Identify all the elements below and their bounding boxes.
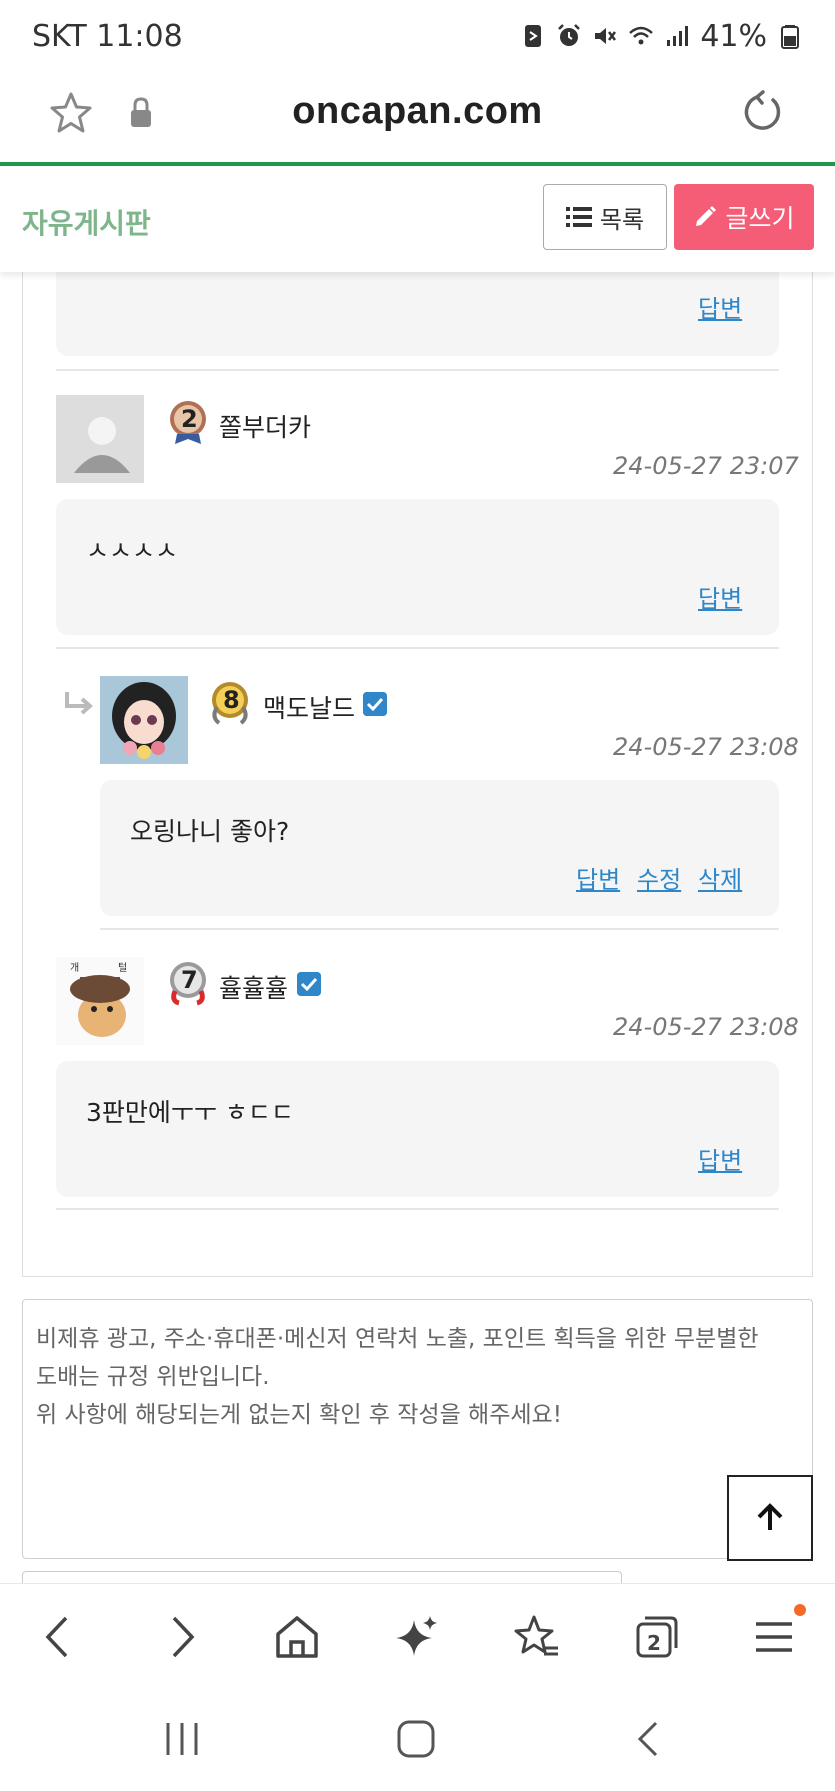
divider xyxy=(100,928,779,930)
verified-check-icon xyxy=(297,972,321,996)
delete-link[interactable]: 삭제 xyxy=(698,860,742,895)
default-avatar-icon xyxy=(74,417,130,473)
signal-icon xyxy=(667,26,689,46)
system-home-icon[interactable] xyxy=(394,1717,438,1761)
status-icons: 41% xyxy=(520,19,803,54)
tab-count: 2 xyxy=(647,1631,661,1655)
level-number: 8 xyxy=(223,686,240,714)
pencil-icon xyxy=(696,206,717,226)
carrier-time: SKT 11:08 xyxy=(32,18,183,54)
scroll-top-button[interactable] xyxy=(727,1475,813,1561)
back-icon[interactable] xyxy=(34,1612,84,1662)
menu-icon[interactable] xyxy=(750,1612,800,1662)
recent-apps-icon[interactable] xyxy=(160,1717,204,1761)
comment-body-partial: 답변 xyxy=(56,262,779,356)
list-button-label: 목록 xyxy=(599,205,645,234)
reload-icon[interactable] xyxy=(739,90,785,136)
comment-textarea[interactable]: 비제휴 광고, 주소·휴대폰·메신저 연락처 노출, 포인트 획득을 위한 무분… xyxy=(22,1299,813,1559)
phone-icon xyxy=(525,25,542,47)
write-button-label: 글쓰기 xyxy=(725,204,795,233)
reply-link[interactable]: 답변 xyxy=(576,860,620,895)
comment-text: 오링나니 좋아? xyxy=(130,817,290,846)
anime-avatar-icon xyxy=(100,676,188,764)
svg-text:털: 털 xyxy=(118,962,127,974)
avatar[interactable] xyxy=(56,395,144,483)
list-button[interactable]: 목록 xyxy=(543,184,667,250)
comment-list: 답변 2 쫄부더카 24-05-27 23:07 ㅅㅅㅅㅅ 답변 8 맥도날드 … xyxy=(22,262,813,1277)
reply-arrow-icon xyxy=(65,692,93,715)
arrow-up-icon xyxy=(757,1503,783,1530)
system-back-icon[interactable] xyxy=(628,1717,672,1761)
notice-line: 위 사항에 해당되는게 없는지 확인 후 작성을 해주세요! xyxy=(36,1402,562,1428)
svg-text:개: 개 xyxy=(70,962,79,974)
comment-date: 24-05-27 23:08 xyxy=(613,1013,799,1041)
edit-link[interactable]: 수정 xyxy=(637,860,681,895)
level-number: 2 xyxy=(181,405,198,433)
alarm-icon xyxy=(558,24,581,46)
comment-date: 24-05-27 23:08 xyxy=(613,733,799,761)
cartoon-avatar-icon: 개털 xyxy=(70,962,130,1037)
reply-link[interactable]: 답변 xyxy=(698,579,742,614)
notice-line: 비제휴 광고, 주소·휴대폰·메신저 연락처 노출, 포인트 획득을 위한 무분… xyxy=(36,1326,759,1352)
battery-percent: 41% xyxy=(700,18,767,54)
notification-dot-icon xyxy=(794,1604,806,1616)
notice-line: 도배는 규정 위반입니다. xyxy=(36,1364,270,1390)
level-number: 7 xyxy=(181,966,198,994)
comment-body: 3판만에ㅜㅜ ㅎㄷㄷ 답변 xyxy=(56,1061,779,1197)
reply-link[interactable]: 답변 xyxy=(698,289,742,324)
status-bar: SKT 11:08 41% xyxy=(0,0,835,72)
forward-icon[interactable] xyxy=(156,1612,206,1662)
divider xyxy=(56,369,779,371)
board-header: 자유게시판 목록 글쓰기 xyxy=(0,166,835,272)
comment-body: 오링나니 좋아? 답변 수정 삭제 xyxy=(100,780,779,916)
nickname[interactable]: 맥도날드 xyxy=(263,689,355,725)
comment-text: 3판만에ㅜㅜ ㅎㄷㄷ xyxy=(86,1098,294,1127)
url-text[interactable]: oncapan.com xyxy=(0,90,835,133)
battery-icon xyxy=(781,25,799,49)
verified-check-icon xyxy=(363,692,387,716)
nickname[interactable]: 휼휼휼 xyxy=(219,969,288,1005)
home-icon[interactable] xyxy=(272,1612,322,1662)
list-icon xyxy=(565,207,592,227)
write-button[interactable]: 글쓰기 xyxy=(674,184,814,250)
reply-link[interactable]: 답변 xyxy=(698,1141,742,1176)
divider xyxy=(56,1208,779,1210)
nickname[interactable]: 쫄부더카 xyxy=(219,408,311,444)
comment-text: ㅅㅅㅅㅅ xyxy=(86,536,179,565)
divider xyxy=(56,647,779,649)
avatar[interactable]: 개털 xyxy=(56,957,144,1045)
comment-body: ㅅㅅㅅㅅ 답변 xyxy=(56,499,779,635)
system-nav-bar xyxy=(0,1687,835,1791)
avatar[interactable] xyxy=(100,676,188,764)
comment-date: 24-05-27 23:07 xyxy=(613,452,799,480)
url-bar: oncapan.com xyxy=(0,72,835,162)
sparkle-icon[interactable] xyxy=(392,1612,442,1662)
browser-bottom-nav: 2 xyxy=(0,1583,835,1687)
bookmarks-icon[interactable] xyxy=(512,1612,562,1662)
wifi-icon xyxy=(629,26,654,45)
board-title[interactable]: 자유게시판 xyxy=(22,202,151,242)
mute-icon xyxy=(595,28,617,44)
